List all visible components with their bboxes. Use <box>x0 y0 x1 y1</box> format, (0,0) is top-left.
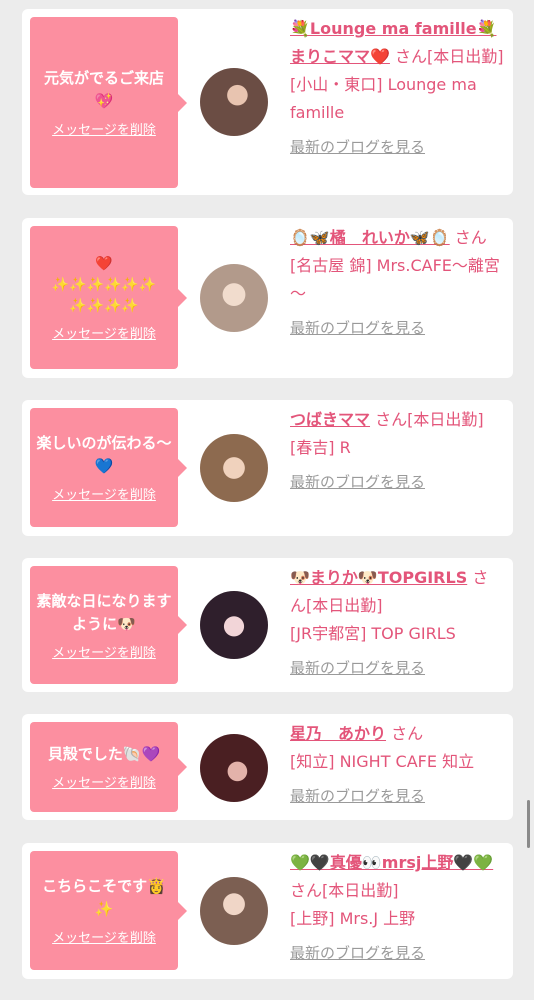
message-text: 元気がでるご来店💖 <box>43 69 164 110</box>
avatar[interactable] <box>200 734 268 802</box>
message-text: 素敵な日になりますように🐶 <box>36 591 172 633</box>
scrollbar[interactable] <box>527 800 530 848</box>
cast-card: 楽しいのが伝わる〜💙 メッセージを削除 つばきママ さん[本日出勤] [春吉] … <box>22 400 513 536</box>
store-text: [小山・東口] Lounge ma famille <box>290 75 477 122</box>
status-text: [本日出勤] <box>427 47 504 66</box>
message-bubble: ❤️ ✨✨✨✨✨✨ ✨✨✨✨ メッセージを削除 <box>30 226 187 369</box>
cast-name-link[interactable]: 星乃 あかり <box>290 724 386 743</box>
delete-message-link[interactable]: メッセージを削除 <box>52 772 156 791</box>
cast-info: 🐶まりか🐶TOPGIRLS さん[本日出勤] [JR宇都宮] TOP GIRLS… <box>290 564 504 682</box>
delete-message-link[interactable]: メッセージを削除 <box>52 323 156 342</box>
latest-blog-link[interactable]: 最新のブログを見る <box>290 314 425 342</box>
status-text: [本日出勤] <box>322 881 399 900</box>
message-bubble: 楽しいのが伝わる〜💙 メッセージを削除 <box>30 408 187 527</box>
cast-card: 元気がでるご来店💖 メッセージを削除 💐Lounge ma famille💐まり… <box>22 9 513 195</box>
honorific: さん <box>391 724 424 743</box>
store-text: [上野] Mrs.J 上野 <box>290 909 416 928</box>
avatar[interactable] <box>200 68 268 136</box>
honorific: さん <box>290 881 323 900</box>
latest-blog-link[interactable]: 最新のブログを見る <box>290 939 425 967</box>
message-bubble: 素敵な日になりますように🐶 メッセージを削除 <box>30 566 187 684</box>
cast-card: こちらこそです👸✨ メッセージを削除 💚🖤真優👀mrsj上野🖤💚 さん[本日出勤… <box>22 843 513 979</box>
cast-info: 💚🖤真優👀mrsj上野🖤💚 さん[本日出勤] [上野] Mrs.J 上野 最新の… <box>290 849 504 967</box>
cast-name-link[interactable]: 🐶まりか🐶TOPGIRLS <box>290 568 467 587</box>
avatar[interactable] <box>200 591 268 659</box>
honorific: さん <box>395 47 428 66</box>
store-text: [春吉] R <box>290 438 351 457</box>
delete-message-link[interactable]: メッセージを削除 <box>52 119 156 138</box>
delete-message-link[interactable]: メッセージを削除 <box>52 642 156 661</box>
delete-message-link[interactable]: メッセージを削除 <box>52 484 156 503</box>
message-text: 楽しいのが伝わる〜💙 <box>36 434 172 475</box>
cast-info: 星乃 あかり さん [知立] NIGHT CAFE 知立 最新のブログを見る <box>290 720 504 810</box>
cast-card: ❤️ ✨✨✨✨✨✨ ✨✨✨✨ メッセージを削除 🪞🦋橘 れいか🦋🪞 さん [名古… <box>22 218 513 378</box>
message-text: 貝殻でした🐚💜 <box>47 745 161 763</box>
cast-info: 💐Lounge ma famille💐まりこママ❤️ さん[本日出勤] [小山・… <box>290 15 504 161</box>
store-text: [知立] NIGHT CAFE 知立 <box>290 752 475 771</box>
cast-info: 🪞🦋橘 れいか🦋🪞 さん [名古屋 錦] Mrs.CAFE～離宮～ 最新のブログ… <box>290 224 504 342</box>
store-text: [名古屋 錦] Mrs.CAFE～離宮～ <box>290 256 500 303</box>
cast-card: 貝殻でした🐚💜 メッセージを削除 星乃 あかり さん [知立] NIGHT CA… <box>22 714 513 820</box>
avatar[interactable] <box>200 264 268 332</box>
latest-blog-link[interactable]: 最新のブログを見る <box>290 654 425 682</box>
latest-blog-link[interactable]: 最新のブログを見る <box>290 468 425 496</box>
avatar[interactable] <box>200 877 268 945</box>
message-text: ❤️ ✨✨✨✨✨✨ ✨✨✨✨ <box>51 255 157 314</box>
cast-name-link[interactable]: 🪞🦋橘 れいか🦋🪞 <box>290 228 450 247</box>
cast-info: つばきママ さん[本日出勤] [春吉] R 最新のブログを見る <box>290 406 504 496</box>
delete-message-link[interactable]: メッセージを削除 <box>52 927 156 946</box>
status-text: [本日出勤] <box>306 596 383 615</box>
latest-blog-link[interactable]: 最新のブログを見る <box>290 782 425 810</box>
store-text: [JR宇都宮] TOP GIRLS <box>290 624 456 643</box>
cast-name-link[interactable]: 💚🖤真優👀mrsj上野🖤💚 <box>290 853 493 872</box>
message-bubble: 貝殻でした🐚💜 メッセージを削除 <box>30 722 187 812</box>
cast-card: 素敵な日になりますように🐶 メッセージを削除 🐶まりか🐶TOPGIRLS さん[… <box>22 558 513 692</box>
status-text: [本日出勤] <box>407 410 484 429</box>
latest-blog-link[interactable]: 最新のブログを見る <box>290 133 425 161</box>
message-text: こちらこそです👸✨ <box>42 877 166 918</box>
cast-name-link[interactable]: つばきママ <box>290 410 370 429</box>
avatar[interactable] <box>200 434 268 502</box>
honorific: さん <box>454 228 487 247</box>
honorific: さん <box>375 410 408 429</box>
message-bubble: こちらこそです👸✨ メッセージを削除 <box>30 851 187 970</box>
message-bubble: 元気がでるご来店💖 メッセージを削除 <box>30 17 187 188</box>
